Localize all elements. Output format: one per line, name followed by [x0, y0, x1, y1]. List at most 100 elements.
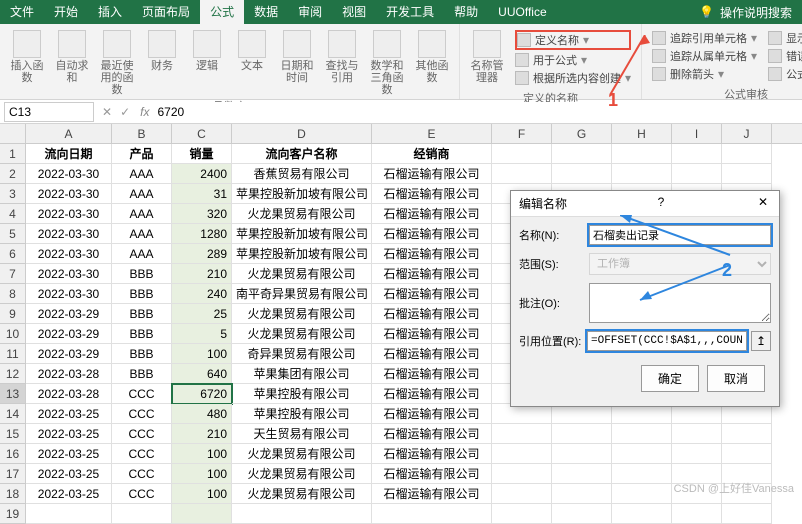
- cell[interactable]: 火龙果贸易有限公司: [232, 264, 372, 284]
- row-header[interactable]: 8: [0, 284, 26, 304]
- cell[interactable]: 2022-03-25: [26, 484, 112, 504]
- cancel-icon[interactable]: ✕: [102, 105, 112, 119]
- row-header[interactable]: 15: [0, 424, 26, 444]
- cell[interactable]: [552, 444, 612, 464]
- ribbon-btn[interactable]: 文本: [231, 28, 273, 72]
- cell[interactable]: 2022-03-29: [26, 304, 112, 324]
- cancel-button[interactable]: 取消: [707, 365, 765, 392]
- cell[interactable]: BBB: [112, 364, 172, 384]
- cell[interactable]: 石榴运输有限公司: [372, 324, 492, 344]
- cell[interactable]: AAA: [112, 204, 172, 224]
- cell[interactable]: 6720: [172, 384, 232, 404]
- cell[interactable]: [552, 484, 612, 504]
- cell[interactable]: 1280: [172, 224, 232, 244]
- cell[interactable]: [172, 504, 232, 524]
- cell[interactable]: 火龙果贸易有限公司: [232, 444, 372, 464]
- cell[interactable]: 苹果控股新加坡有限公司: [232, 244, 372, 264]
- cell[interactable]: [552, 424, 612, 444]
- cell[interactable]: [722, 504, 772, 524]
- row-header[interactable]: 10: [0, 324, 26, 344]
- tab-帮助[interactable]: 帮助: [444, 0, 488, 24]
- cell[interactable]: 苹果控股新加坡有限公司: [232, 224, 372, 244]
- cell[interactable]: 210: [172, 264, 232, 284]
- cell[interactable]: 100: [172, 464, 232, 484]
- cell[interactable]: AAA: [112, 164, 172, 184]
- cell[interactable]: [722, 144, 772, 164]
- cell[interactable]: 奇异果贸易有限公司: [232, 344, 372, 364]
- cell[interactable]: CCC: [112, 464, 172, 484]
- cell[interactable]: [612, 464, 672, 484]
- cell[interactable]: AAA: [112, 224, 172, 244]
- cell[interactable]: 25: [172, 304, 232, 324]
- cell[interactable]: 香蕉贸易有限公司: [232, 164, 372, 184]
- header-cell[interactable]: 产品: [112, 144, 172, 164]
- cell[interactable]: 石榴运输有限公司: [372, 384, 492, 404]
- cell[interactable]: [112, 504, 172, 524]
- ribbon-small-btn[interactable]: 公式求值 ▾: [768, 66, 802, 82]
- cell[interactable]: [612, 424, 672, 444]
- col-header[interactable]: E: [372, 124, 492, 143]
- cell[interactable]: 2022-03-25: [26, 464, 112, 484]
- cell[interactable]: 2022-03-30: [26, 164, 112, 184]
- cell[interactable]: 100: [172, 484, 232, 504]
- cell[interactable]: [232, 504, 372, 524]
- row-header[interactable]: 2: [0, 164, 26, 184]
- cell[interactable]: 480: [172, 404, 232, 424]
- cell[interactable]: 石榴运输有限公司: [372, 304, 492, 324]
- cell[interactable]: [672, 504, 722, 524]
- row-header[interactable]: 3: [0, 184, 26, 204]
- ribbon-btn[interactable]: 插入函数: [6, 28, 48, 84]
- collapse-icon[interactable]: ↥: [751, 331, 771, 351]
- cell[interactable]: [672, 404, 722, 424]
- row-header[interactable]: 17: [0, 464, 26, 484]
- cell[interactable]: 2022-03-30: [26, 204, 112, 224]
- cell[interactable]: 石榴运输有限公司: [372, 264, 492, 284]
- cell[interactable]: [552, 464, 612, 484]
- cell[interactable]: 石榴运输有限公司: [372, 224, 492, 244]
- cell[interactable]: 210: [172, 424, 232, 444]
- cell[interactable]: [492, 504, 552, 524]
- cell[interactable]: [672, 444, 722, 464]
- confirm-icon[interactable]: ✓: [120, 105, 130, 119]
- ribbon-btn[interactable]: 日期和时间: [276, 28, 318, 84]
- row-header[interactable]: 12: [0, 364, 26, 384]
- name-manager-button[interactable]: 名称管理器: [466, 28, 508, 84]
- cell[interactable]: 5: [172, 324, 232, 344]
- cell[interactable]: 2022-03-25: [26, 404, 112, 424]
- ribbon-small-btn[interactable]: 追踪从属单元格 ▾: [652, 48, 757, 64]
- cell[interactable]: 石榴运输有限公司: [372, 484, 492, 504]
- cell[interactable]: [672, 164, 722, 184]
- ribbon-small-btn[interactable]: 定义名称 ▾: [515, 30, 631, 50]
- cell[interactable]: [492, 144, 552, 164]
- ribbon-btn[interactable]: 查找与引用: [321, 28, 363, 84]
- ribbon-small-btn[interactable]: 删除箭头 ▾: [652, 66, 757, 82]
- cell[interactable]: [612, 504, 672, 524]
- row-header[interactable]: 19: [0, 504, 26, 524]
- cell[interactable]: [612, 404, 672, 424]
- cell[interactable]: 石榴运输有限公司: [372, 204, 492, 224]
- cell[interactable]: 南平奇异果贸易有限公司: [232, 284, 372, 304]
- cell[interactable]: [612, 164, 672, 184]
- row-header[interactable]: 9: [0, 304, 26, 324]
- cell[interactable]: [612, 444, 672, 464]
- cell[interactable]: [492, 444, 552, 464]
- col-header[interactable]: F: [492, 124, 552, 143]
- cell[interactable]: 31: [172, 184, 232, 204]
- cell[interactable]: [492, 464, 552, 484]
- cell[interactable]: 石榴运输有限公司: [372, 464, 492, 484]
- cell[interactable]: [492, 164, 552, 184]
- col-header[interactable]: A: [26, 124, 112, 143]
- ribbon-btn[interactable]: 其他函数: [411, 28, 453, 84]
- header-cell[interactable]: 经销商: [372, 144, 492, 164]
- col-header[interactable]: B: [112, 124, 172, 143]
- ribbon-btn[interactable]: 财务: [141, 28, 183, 72]
- cell[interactable]: [552, 144, 612, 164]
- cell[interactable]: 石榴运输有限公司: [372, 184, 492, 204]
- name-box[interactable]: [4, 102, 94, 122]
- comment-input[interactable]: [589, 283, 771, 323]
- cell[interactable]: 2022-03-30: [26, 184, 112, 204]
- dialog-help-icon[interactable]: ?: [658, 195, 665, 212]
- ribbon-small-btn[interactable]: 显示公式 ▾: [768, 30, 802, 46]
- cell[interactable]: 苹果控股有限公司: [232, 404, 372, 424]
- cell[interactable]: 火龙果贸易有限公司: [232, 324, 372, 344]
